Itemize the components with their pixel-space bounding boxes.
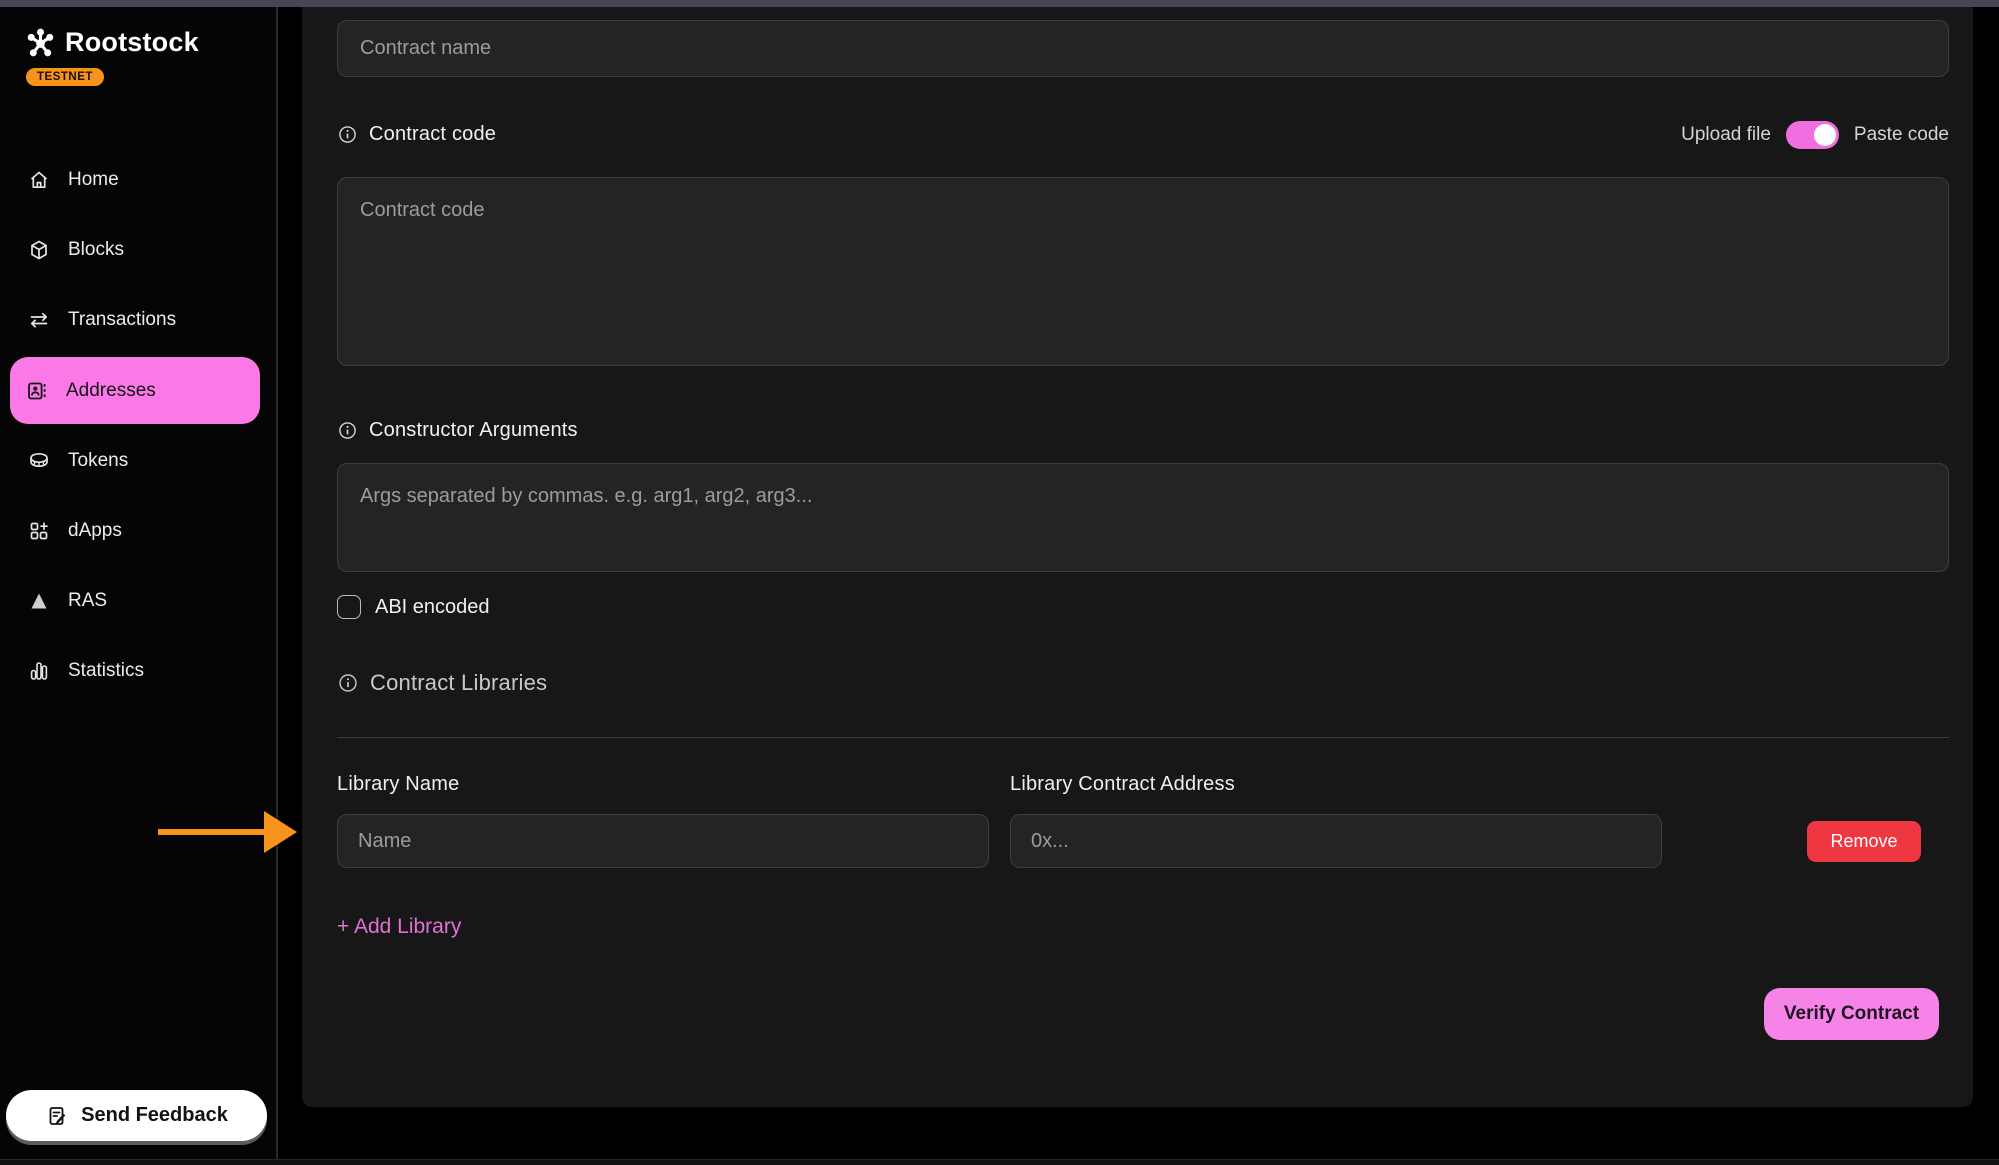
brand-name: Rootstock	[65, 27, 199, 58]
contract-code-label: Contract code	[369, 123, 496, 146]
send-feedback-button[interactable]: Send Feedback	[6, 1090, 267, 1141]
toggle-knob	[1814, 124, 1836, 146]
send-feedback-label: Send Feedback	[81, 1104, 228, 1127]
library-address-input[interactable]	[1010, 814, 1662, 868]
pointer-arrow-head	[264, 811, 297, 853]
constructor-args-textarea[interactable]	[337, 463, 1949, 572]
libraries-divider	[337, 737, 1949, 738]
contract-libraries-header: Contract Libraries	[337, 670, 547, 696]
sidebar-item-label: RAS	[68, 590, 107, 612]
contract-name-input[interactable]	[337, 20, 1949, 77]
constructor-arguments-label: Constructor Arguments	[369, 419, 578, 442]
library-name-input[interactable]	[337, 814, 989, 868]
sidebar-item-dapps[interactable]: dApps	[12, 511, 264, 551]
contract-code-textarea[interactable]	[337, 177, 1949, 366]
window-top-strip	[0, 0, 1999, 7]
rootstock-logo-icon	[24, 26, 57, 59]
paste-code-label[interactable]: Paste code	[1854, 124, 1949, 146]
transactions-icon	[27, 308, 51, 332]
dapps-icon	[27, 519, 51, 543]
sidebar-item-home[interactable]: Home	[12, 160, 264, 200]
contract-code-header: Contract code	[337, 123, 496, 146]
library-contract-address-label: Library Contract Address	[1010, 773, 1235, 796]
window-bottom-strip	[0, 1159, 1999, 1165]
sidebar-item-label: Home	[68, 169, 119, 191]
pointer-arrow-shaft	[158, 829, 266, 835]
addresses-icon	[25, 379, 49, 403]
abi-encoded-row: ABI encoded	[337, 595, 490, 619]
blocks-icon	[27, 238, 51, 262]
tokens-icon	[27, 449, 51, 473]
sidebar-item-label: Addresses	[66, 380, 156, 402]
statistics-icon	[27, 659, 51, 683]
verify-contract-panel: Contract code Upload file Paste code Con…	[302, 7, 1973, 1107]
sidebar-item-transactions[interactable]: Transactions	[12, 300, 264, 340]
sidebar: Rootstock TESTNET Home Blocks Transactio…	[0, 0, 278, 1165]
sidebar-item-blocks[interactable]: Blocks	[12, 230, 264, 270]
abi-encoded-checkbox[interactable]	[337, 595, 361, 619]
info-icon[interactable]	[337, 672, 359, 694]
upload-file-label[interactable]: Upload file	[1681, 124, 1771, 146]
sidebar-item-label: Statistics	[68, 660, 144, 682]
info-icon[interactable]	[337, 420, 358, 441]
sidebar-item-tokens[interactable]: Tokens	[12, 441, 264, 481]
logo[interactable]: Rootstock	[24, 26, 199, 59]
ras-icon	[27, 589, 51, 613]
home-icon	[27, 168, 51, 192]
feedback-pencil-icon	[45, 1104, 69, 1128]
library-name-label: Library Name	[337, 773, 459, 796]
sidebar-item-label: Transactions	[68, 309, 176, 331]
testnet-badge: TESTNET	[26, 68, 104, 86]
abi-encoded-label: ABI encoded	[375, 596, 490, 619]
sidebar-item-label: Blocks	[68, 239, 124, 261]
remove-library-button[interactable]: Remove	[1807, 821, 1921, 862]
constructor-arguments-header: Constructor Arguments	[337, 419, 578, 442]
sidebar-item-ras[interactable]: RAS	[12, 581, 264, 621]
sidebar-item-statistics[interactable]: Statistics	[12, 651, 264, 691]
sidebar-item-label: dApps	[68, 520, 122, 542]
sidebar-item-addresses[interactable]: Addresses	[10, 357, 260, 424]
sidebar-item-label: Tokens	[68, 450, 128, 472]
contract-libraries-label: Contract Libraries	[370, 670, 547, 696]
add-library-link[interactable]: + Add Library	[337, 915, 461, 939]
upload-paste-toggle[interactable]	[1786, 121, 1839, 149]
info-icon[interactable]	[337, 124, 358, 145]
verify-contract-button[interactable]: Verify Contract	[1764, 988, 1939, 1040]
code-input-mode-toggle-group: Upload file Paste code	[1681, 121, 1949, 149]
